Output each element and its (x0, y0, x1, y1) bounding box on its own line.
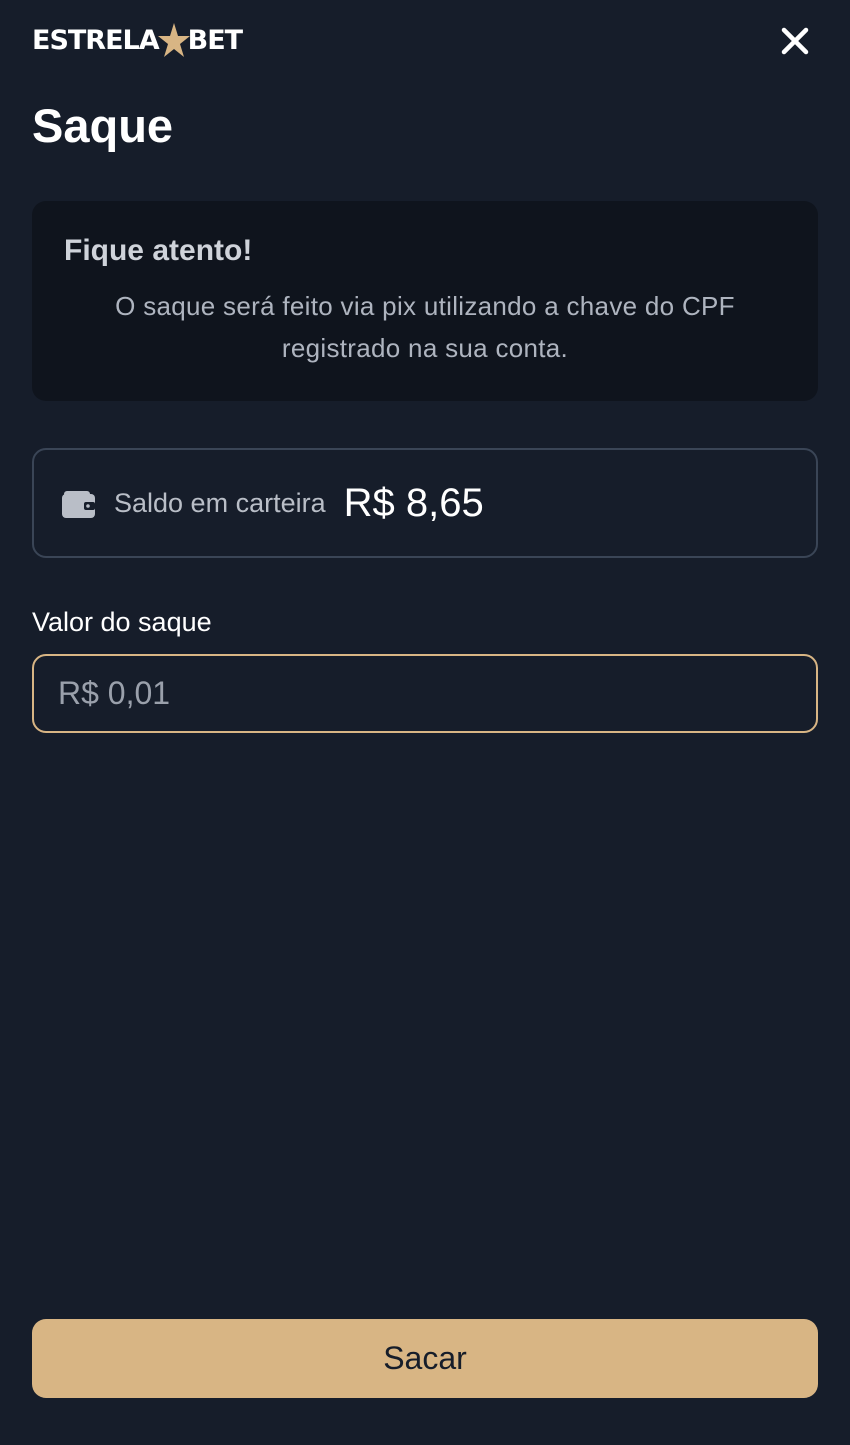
page-title: Saque (32, 99, 174, 152)
wallet-icon (62, 491, 95, 518)
logo-text-left: ESTRELA (32, 24, 160, 56)
notice-text: O saque será feito via pix utilizando a … (115, 291, 735, 363)
notice-box: Fique atento! O saque será feito via pix… (32, 201, 818, 401)
notice-title: Fique atento! (64, 234, 253, 267)
header: ESTRELA BET (32, 18, 818, 66)
withdraw-amount-label: Valor do saque (32, 607, 212, 637)
balance-label: Saldo em carteira (114, 487, 326, 518)
withdraw-button[interactable]: Sacar (32, 1319, 818, 1398)
withdraw-amount-input[interactable] (32, 654, 818, 733)
close-icon (781, 27, 809, 55)
wallet-balance: Saldo em carteira R$ 8,65 (32, 448, 818, 558)
brand-logo: ESTRELA BET (32, 18, 243, 62)
star-icon (157, 23, 190, 57)
balance-value: R$ 8,65 (343, 480, 484, 525)
close-button[interactable] (780, 26, 810, 56)
logo-text-right: BET (187, 24, 243, 56)
